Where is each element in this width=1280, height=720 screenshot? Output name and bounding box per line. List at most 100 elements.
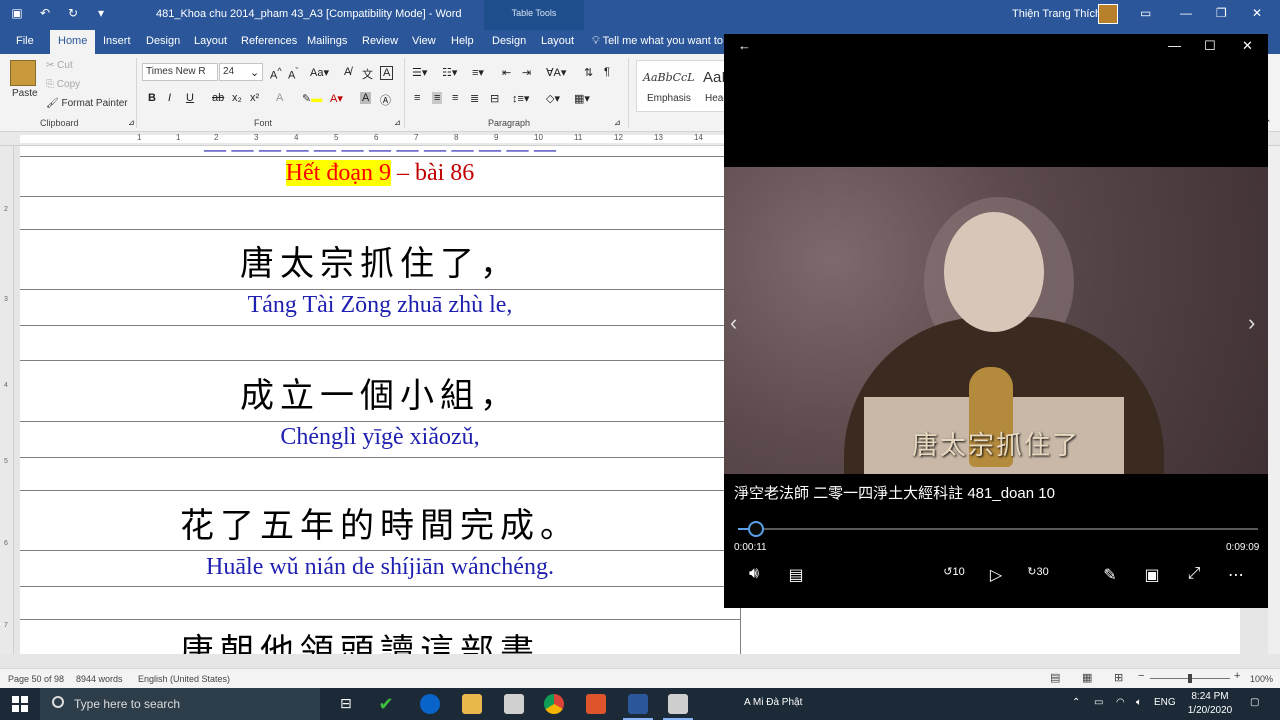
distributed-icon[interactable]: ⊟ (490, 92, 499, 105)
zoom-slider-thumb[interactable] (1188, 674, 1192, 683)
align-left-icon[interactable]: ≡ (414, 92, 420, 104)
shading-icon[interactable]: ◇▾ (546, 92, 560, 105)
superscript-icon[interactable]: x² (250, 92, 259, 104)
tab-layout[interactable]: Layout (194, 35, 227, 47)
avatar[interactable] (1098, 4, 1118, 24)
play-icon[interactable]: ▷ (984, 565, 1008, 585)
font-color-icon[interactable]: A▾ (330, 92, 343, 105)
word-count[interactable]: 8944 words (76, 674, 123, 684)
line-spacing-icon[interactable]: ↕≡▾ (512, 92, 529, 105)
app-icon[interactable] (586, 694, 606, 714)
seek-thumb[interactable] (748, 521, 765, 537)
volume-icon[interactable]: 🔊︎ (742, 565, 766, 583)
previous-chevron-icon[interactable]: ‹ (730, 310, 737, 336)
zoom-in-icon[interactable]: + (1234, 670, 1240, 682)
chevron-up-icon[interactable]: ⌃ (1072, 697, 1080, 708)
justify-icon[interactable]: ≣ (470, 92, 479, 105)
ribbon-display-icon[interactable]: ▭ (1140, 6, 1151, 20)
now-playing-label[interactable]: A Mi Đà Phật (744, 697, 802, 708)
dialog-launcher-icon[interactable]: ⊿ (394, 118, 401, 127)
page-count[interactable]: Page 50 of 98 (8, 674, 64, 684)
read-mode-icon[interactable]: ▤ (1050, 671, 1060, 684)
underline-icon[interactable]: U (186, 92, 194, 104)
dialog-launcher-icon[interactable]: ⊿ (614, 118, 621, 127)
tab-table-design[interactable]: Design (492, 35, 526, 47)
task-view-icon[interactable]: ⊟ (340, 695, 352, 712)
paste-icon[interactable] (10, 60, 36, 86)
minimize-icon[interactable]: — (1180, 6, 1192, 20)
minimize-icon[interactable]: — (1168, 38, 1181, 53)
edge-icon[interactable] (420, 694, 440, 714)
next-chevron-icon[interactable]: › (1248, 310, 1255, 336)
highlight-color-icon[interactable]: ✎▬ (302, 92, 322, 105)
media-player-window[interactable]: ← — ☐ ✕ 唐太宗抓住了 ‹ › 淨空老法師 二零一四淨土大經科註 481_… (724, 34, 1268, 608)
maximize-icon[interactable]: ☐ (1204, 38, 1216, 54)
zoom-level[interactable]: 100% (1250, 674, 1273, 684)
tab-mailings[interactable]: Mailings (307, 35, 347, 47)
file-explorer-icon[interactable] (462, 694, 482, 714)
format-painter-button[interactable]: 🖌︎ Format Painter (46, 98, 128, 109)
chrome-icon[interactable] (544, 694, 564, 714)
character-border-icon[interactable]: A (380, 66, 394, 80)
back-arrow-icon[interactable]: ← (738, 38, 751, 53)
save-icon[interactable]: ▣ (10, 6, 24, 20)
restore-icon[interactable]: ❐ (1216, 6, 1227, 20)
edit-pencil-icon[interactable]: ✎ (1098, 565, 1122, 585)
decrease-indent-icon[interactable]: ⇤ (502, 66, 511, 79)
checkmark-app-icon[interactable]: ✔ (376, 694, 396, 714)
bold-icon[interactable]: B (148, 92, 156, 104)
store-icon[interactable] (504, 694, 524, 714)
input-language[interactable]: ENG (1154, 697, 1176, 708)
undo-icon[interactable]: ↶ (38, 6, 52, 20)
tab-file[interactable]: File (16, 35, 34, 47)
copy-button[interactable]: ⎘ Copy (46, 79, 80, 90)
numbering-icon[interactable]: ☷▾ (442, 66, 457, 79)
tab-references[interactable]: References (241, 35, 297, 47)
vertical-scrollbar[interactable] (1268, 146, 1280, 654)
paste-button[interactable]: Paste (12, 88, 38, 99)
redo-icon[interactable]: ↻ (66, 6, 80, 20)
video-frame[interactable]: 唐太宗抓住了 (724, 167, 1268, 474)
close-icon[interactable]: ✕ (1252, 6, 1262, 20)
dialog-launcher-icon[interactable]: ⊿ (128, 118, 135, 127)
subscript-icon[interactable]: x₂ (232, 92, 242, 104)
align-center-icon[interactable]: ≡ (432, 92, 443, 104)
battery-icon[interactable]: ▭ (1094, 697, 1103, 708)
proofing-language[interactable]: English (United States) (138, 674, 230, 684)
character-shading-icon[interactable]: A (360, 92, 372, 104)
tab-home[interactable]: Home (50, 30, 96, 54)
enclose-characters-icon[interactable]: Ⓐ (380, 92, 391, 108)
taskbar-clock[interactable]: 8:24 PM 1/20/2020 (1184, 690, 1236, 718)
multilevel-list-icon[interactable]: ≡▾ (472, 66, 484, 79)
print-layout-icon[interactable]: ▦ (1082, 671, 1092, 684)
show-marks-icon[interactable]: ¶ (604, 66, 610, 78)
italic-icon[interactable]: I (168, 92, 171, 104)
skip-forward-button[interactable]: ↻30 (1026, 565, 1050, 578)
more-options-icon[interactable]: ⋯ (1224, 565, 1248, 585)
subtitles-icon[interactable]: ▤ (784, 565, 808, 585)
phonetic-guide-icon[interactable]: 文 (362, 66, 373, 82)
taskbar-search[interactable]: Type here to search (40, 688, 320, 720)
grow-font-icon[interactable]: A^ (270, 66, 282, 82)
close-icon[interactable]: ✕ (1242, 38, 1253, 54)
style-emphasis-sample[interactable]: AaBbCcL (643, 71, 695, 84)
text-effects-icon[interactable]: A (276, 92, 283, 104)
fullscreen-icon[interactable]: ⤢ (1182, 565, 1206, 583)
asian-layout-icon[interactable]: ⱯA▾ (546, 66, 566, 79)
notifications-icon[interactable]: ▢ (1250, 697, 1259, 708)
shrink-font-icon[interactable]: Aˇ (288, 66, 298, 82)
volume-icon[interactable]: 🔈︎ (1136, 697, 1142, 708)
increase-indent-icon[interactable]: ⇥ (522, 66, 531, 79)
movies-tv-icon[interactable] (668, 694, 688, 714)
borders-icon[interactable]: ▦▾ (574, 92, 590, 105)
tell-me-search[interactable]: 💡︎ Tell me what you want to (592, 35, 723, 48)
tab-design[interactable]: Design (146, 35, 180, 47)
customize-qat-icon[interactable]: ▾ (94, 6, 108, 20)
user-name[interactable]: Thiện Trang Thích (1012, 8, 1101, 20)
cut-button[interactable]: ✂ Cut (46, 60, 73, 71)
word-icon[interactable] (628, 694, 648, 714)
strikethrough-icon[interactable]: ab (212, 92, 224, 104)
seek-bar[interactable] (738, 521, 1258, 537)
bullets-icon[interactable]: ☰▾ (412, 66, 427, 79)
tab-review[interactable]: Review (362, 35, 398, 47)
